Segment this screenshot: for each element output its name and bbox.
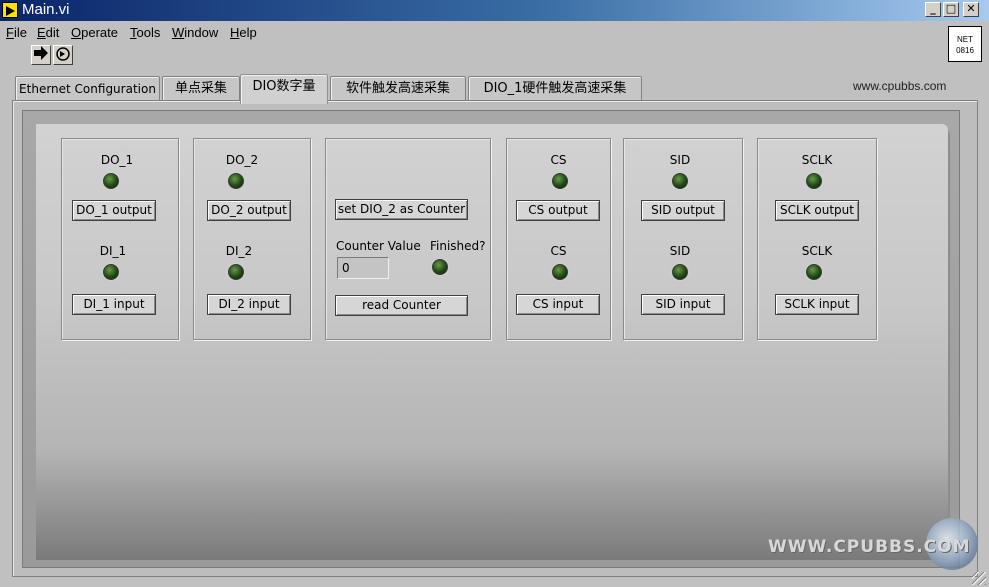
sclk-output-button[interactable]: SCLK output: [775, 200, 859, 221]
cs-input-button[interactable]: CS input: [516, 294, 600, 315]
cs-output-button[interactable]: CS output: [516, 200, 600, 221]
tab-single-point[interactable]: 单点采集: [162, 76, 240, 102]
counter-value-label: Counter Value: [336, 239, 421, 253]
sid-input-button[interactable]: SID input: [641, 294, 725, 315]
sid-output-button[interactable]: SID output: [641, 200, 725, 221]
cs-in-label: CS: [550, 244, 567, 258]
di1-label: DI_1: [99, 244, 127, 258]
run-arrow-icon: [34, 46, 48, 60]
di2-led: [228, 264, 244, 280]
run-continuously-icon: [56, 47, 70, 61]
tab-software-trigger[interactable]: 软件触发高速采集: [330, 76, 466, 102]
labview-vi-icon: [2, 2, 18, 18]
toolbar: [0, 42, 989, 68]
do2-label: DO_2: [225, 153, 259, 167]
tab-dio-digital[interactable]: DIO数字量: [240, 74, 328, 104]
do2-output-button[interactable]: DO_2 output: [207, 200, 291, 221]
menu-edit[interactable]: Edit: [37, 25, 59, 40]
menu-window[interactable]: Window: [172, 25, 218, 40]
net-badge-line1: NET: [957, 35, 973, 44]
di1-led: [103, 264, 119, 280]
run-continuously-button[interactable]: [53, 45, 73, 65]
sid-out-label: SID: [669, 153, 691, 167]
menu-help[interactable]: Help: [230, 25, 257, 40]
cs-out-label: CS: [550, 153, 567, 167]
finished-led: [432, 259, 448, 275]
sclk-in-label: SCLK: [801, 244, 833, 258]
resize-grip[interactable]: [972, 572, 986, 585]
do1-output-button[interactable]: DO_1 output: [72, 200, 156, 221]
run-button[interactable]: [31, 45, 51, 65]
do1-label: DO_1: [100, 153, 134, 167]
di2-label: DI_2: [225, 244, 253, 258]
sid-out-led: [672, 173, 688, 189]
sclk-out-led: [806, 173, 822, 189]
title-bar: Main.vi _ □ ✕: [0, 0, 989, 21]
set-counter-button[interactable]: set DIO_2 as Counter: [335, 199, 468, 220]
watermark-text: WWW.CPUBBS.COM: [768, 537, 971, 557]
menu-operate[interactable]: Operate: [71, 25, 118, 40]
sclk-input-button[interactable]: SCLK input: [775, 294, 859, 315]
minimize-button[interactable]: _: [925, 2, 941, 17]
website-label: www.cpubbs.com: [853, 79, 947, 93]
do1-led: [103, 173, 119, 189]
sclk-out-label: SCLK: [801, 153, 833, 167]
close-button[interactable]: ✕: [963, 2, 979, 17]
net-badge: NET 0816: [948, 26, 982, 62]
tab-hardware-trigger[interactable]: DIO_1硬件触发高速采集: [468, 76, 642, 102]
sclk-in-led: [806, 264, 822, 280]
maximize-button[interactable]: □: [943, 2, 959, 17]
tab-ethernet-configuration[interactable]: Ethernet Configuration: [15, 76, 160, 102]
menu-file[interactable]: File: [6, 25, 27, 40]
cs-out-led: [552, 173, 568, 189]
counter-value-field[interactable]: 0: [337, 257, 389, 279]
di1-input-button[interactable]: DI_1 input: [72, 294, 156, 315]
net-badge-line2: 0816: [956, 46, 974, 55]
di2-input-button[interactable]: DI_2 input: [207, 294, 291, 315]
sid-in-led: [672, 264, 688, 280]
menu-bar: File Edit Operate Tools Window Help: [0, 22, 940, 42]
read-counter-button[interactable]: read Counter: [335, 295, 468, 316]
cs-in-led: [552, 264, 568, 280]
sid-in-label: SID: [669, 244, 691, 258]
do2-led: [228, 173, 244, 189]
window-title: Main.vi: [22, 1, 70, 18]
finished-label: Finished?: [430, 239, 486, 253]
menu-tools[interactable]: Tools: [130, 25, 160, 40]
